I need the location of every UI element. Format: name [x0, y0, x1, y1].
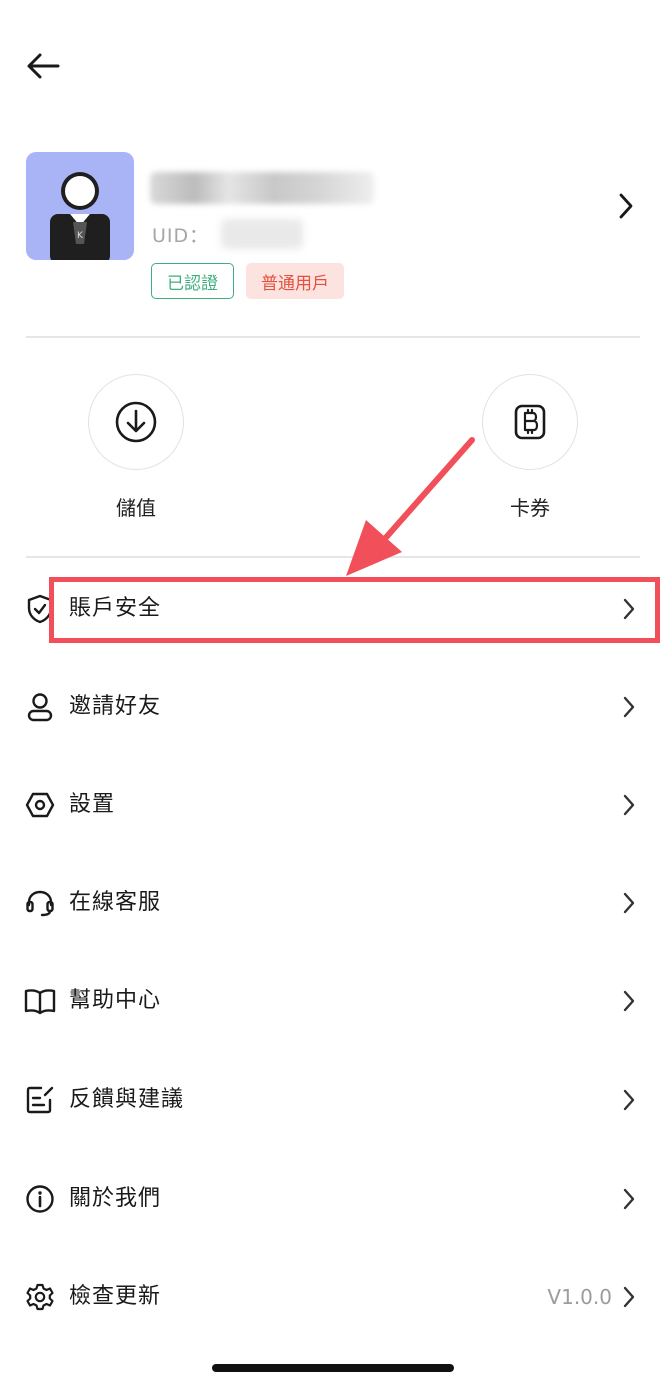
back-button[interactable] [22, 46, 64, 86]
menu-label: 幫助中心 [69, 988, 162, 1013]
user-level-badge: 普通用戶 [246, 263, 344, 299]
uid-row: UID： [152, 219, 304, 249]
profile-chevron[interactable] [610, 188, 642, 224]
divider [26, 336, 640, 338]
chevron-right-icon [616, 987, 642, 1015]
quick-action-circle [88, 374, 184, 470]
menu-item-online-support[interactable]: 在線客服 [0, 870, 672, 936]
uid-value-blurred [221, 219, 304, 249]
chevron-right-icon [616, 889, 642, 917]
chevron-right-icon [616, 1086, 642, 1114]
menu-label: 邀請好友 [69, 694, 162, 719]
chevron-right-icon [616, 693, 642, 721]
menu-label: 設置 [69, 792, 116, 817]
menu-item-feedback[interactable]: 反饋與建議 [0, 1067, 672, 1133]
version-text: V1.0.0 [547, 1285, 612, 1309]
shield-check-icon [24, 593, 56, 625]
menu-label: 檢查更新 [69, 1284, 162, 1309]
gear-icon [24, 1281, 56, 1313]
chevron-right-icon [616, 791, 642, 819]
badge-row: 已認證 普通用戶 [151, 263, 344, 299]
menu-item-account-security[interactable]: 賬戶安全 [0, 576, 672, 642]
menu-label: 關於我們 [69, 1186, 162, 1211]
chevron-right-icon [619, 193, 633, 219]
arrow-left-icon [27, 53, 60, 79]
chevron-right-icon [616, 1185, 642, 1213]
menu-item-invite-friends[interactable]: 邀請好友 [0, 674, 672, 740]
chevron-right-icon [616, 1283, 642, 1311]
chevron-right-icon [616, 595, 642, 623]
avatar[interactable]: K [26, 152, 134, 260]
book-icon [24, 985, 56, 1017]
menu-label: 反饋與建議 [69, 1087, 185, 1112]
hexagon-settings-icon [24, 789, 56, 821]
coupon-label: 卡券 [510, 496, 550, 520]
person-icon [24, 691, 56, 723]
home-indicator[interactable] [212, 1364, 454, 1372]
recharge-label: 儲值 [116, 496, 156, 520]
coupon-button[interactable]: 卡券 [480, 374, 580, 521]
headset-icon [24, 887, 56, 919]
quick-action-circle [482, 374, 578, 470]
menu-item-settings[interactable]: 設置 [0, 772, 672, 838]
bitcoin-coupon-icon [514, 404, 546, 440]
divider [26, 556, 640, 558]
menu-item-check-update[interactable]: 檢查更新 V1.0.0 [0, 1264, 672, 1330]
uid-label: UID： [152, 224, 210, 247]
feedback-edit-icon [24, 1084, 56, 1116]
menu-item-help-center[interactable]: 幫助中心 [0, 968, 672, 1034]
verified-badge: 已認證 [151, 263, 234, 299]
menu-item-about-us[interactable]: 關於我們 [0, 1166, 672, 1232]
user-avatar-icon: K [50, 172, 110, 260]
username-blurred [150, 172, 374, 204]
recharge-button[interactable]: 儲值 [86, 374, 186, 521]
profile-card[interactable]: K UID： 已認證 普通用戶 [0, 152, 672, 302]
download-circle-icon [115, 401, 157, 443]
info-icon [24, 1183, 56, 1215]
menu-label: 在線客服 [69, 890, 162, 915]
menu-label: 賬戶安全 [69, 596, 162, 621]
